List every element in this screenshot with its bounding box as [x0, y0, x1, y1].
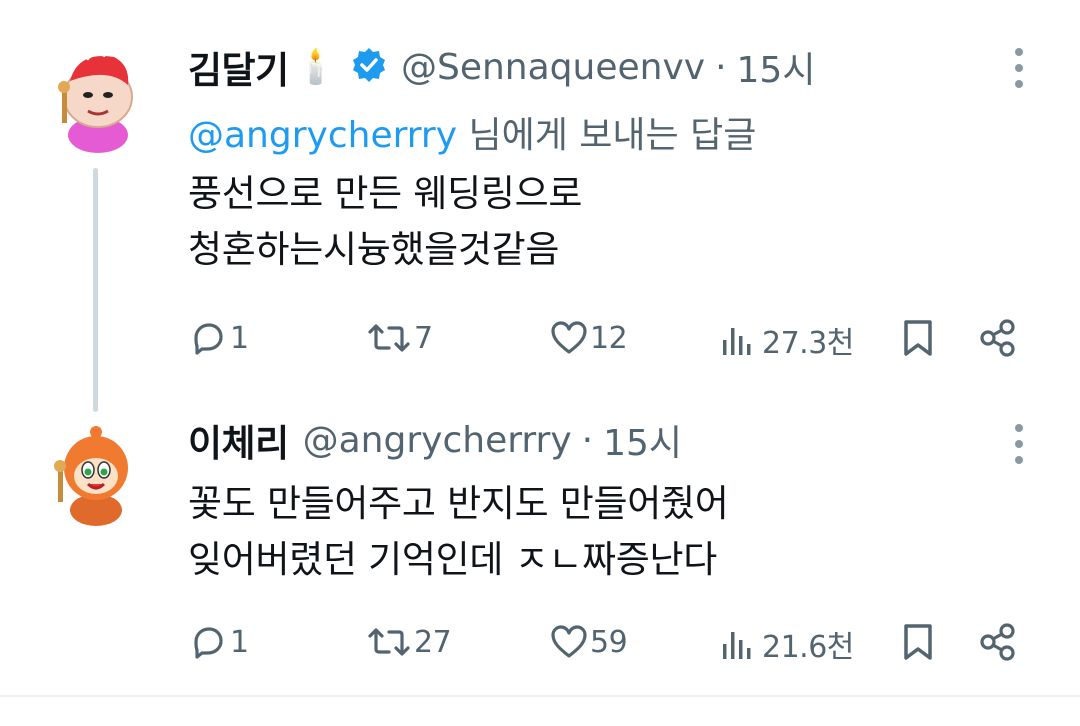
tweet-actions: 1 7 12 27.3천 [188, 318, 1038, 361]
replying-to: @angrycherrry 님에게 보내는 답글 [188, 106, 756, 158]
display-name[interactable]: 이체리 [188, 413, 289, 467]
analytics-icon [723, 328, 751, 355]
tweet-text-line: 풍선으로 만든 웨딩링으로 [188, 172, 583, 215]
like-count: 12 [590, 320, 628, 356]
avatar[interactable] [48, 45, 144, 155]
like-button[interactable]: 12 [548, 318, 628, 358]
share-button[interactable] [978, 318, 1020, 358]
reply-button[interactable]: 1 [188, 622, 249, 662]
views-button[interactable]: 27.3천 [718, 318, 854, 362]
tweet-text: 풍선으로 만든 웨딩링으로 청혼하는시늉했을것같음 [188, 166, 582, 278]
retweet-count: 7 [414, 320, 433, 356]
tweet-text-line: 청혼하는시늉했을것같음 [188, 228, 560, 271]
retweet-button[interactable]: 27 [364, 622, 452, 662]
bookmark-icon [904, 624, 932, 660]
timestamp[interactable]: 15시 [603, 414, 682, 466]
avatar[interactable] [48, 418, 144, 528]
timestamp[interactable]: 15시 [737, 41, 816, 93]
retweet-button[interactable]: 7 [364, 318, 433, 358]
display-name[interactable]: 김달기 [188, 40, 289, 94]
bookmark-icon [904, 320, 932, 356]
handle[interactable]: @angrycherrry [303, 420, 572, 461]
share-icon [980, 623, 1015, 661]
reply-mention-link[interactable]: @angrycherrry [188, 115, 457, 156]
retweet-icon [368, 628, 410, 656]
share-icon [980, 319, 1015, 357]
more-options-icon[interactable] [1014, 48, 1024, 96]
reply-to-suffix: 님에게 보내는 답글 [457, 115, 757, 156]
share-button[interactable] [978, 622, 1020, 662]
separator-dot: · [581, 419, 594, 461]
more-options-icon[interactable] [1014, 424, 1024, 472]
tweet-header: 김달기 🕯️ @Sennaqueenvv · 15시 [188, 40, 816, 94]
tweet-actions: 1 27 59 21.6천 [188, 622, 1038, 665]
reply-button[interactable]: 1 [188, 318, 249, 358]
tweet-text: 꽃도 만들어주고 반지도 만들어줬어 잊어버렸던 기억인데 ㅈㄴ짜증난다 [188, 476, 729, 588]
candle-emoji: 🕯️ [294, 47, 337, 87]
tweet-text-line: 꽃도 만들어주고 반지도 만들어줬어 [188, 482, 729, 525]
views-count: 21.6천 [762, 630, 854, 665]
reply-icon [194, 627, 223, 659]
reply-count: 1 [230, 624, 249, 660]
views-count: 27.3천 [762, 326, 854, 361]
cartoon-orange-character-avatar-icon [54, 426, 128, 526]
thread-connector-line [93, 168, 98, 412]
verified-badge-icon[interactable] [351, 47, 387, 87]
like-count: 59 [590, 624, 628, 660]
heart-icon [551, 321, 587, 354]
bookmark-button[interactable] [898, 622, 938, 662]
separator-dot: · [715, 46, 727, 88]
bookmark-button[interactable] [898, 318, 938, 358]
like-button[interactable]: 59 [548, 622, 628, 662]
heart-icon [551, 625, 587, 658]
reply-icon [194, 323, 223, 355]
views-button[interactable]: 21.6천 [718, 622, 854, 666]
reply-count: 1 [230, 320, 249, 356]
tweet-header: 이체리 @angrycherrry · 15시 [188, 413, 682, 467]
retweet-count: 27 [414, 624, 452, 660]
handle[interactable]: @Sennaqueenvv [401, 47, 705, 88]
retweet-icon [368, 324, 410, 352]
tweet-text-line: 잊어버렸던 기억인데 ㅈㄴ짜증난다 [188, 538, 718, 581]
cartoon-pink-character-avatar-icon [58, 50, 133, 153]
analytics-icon [723, 632, 751, 659]
divider [0, 695, 1080, 697]
